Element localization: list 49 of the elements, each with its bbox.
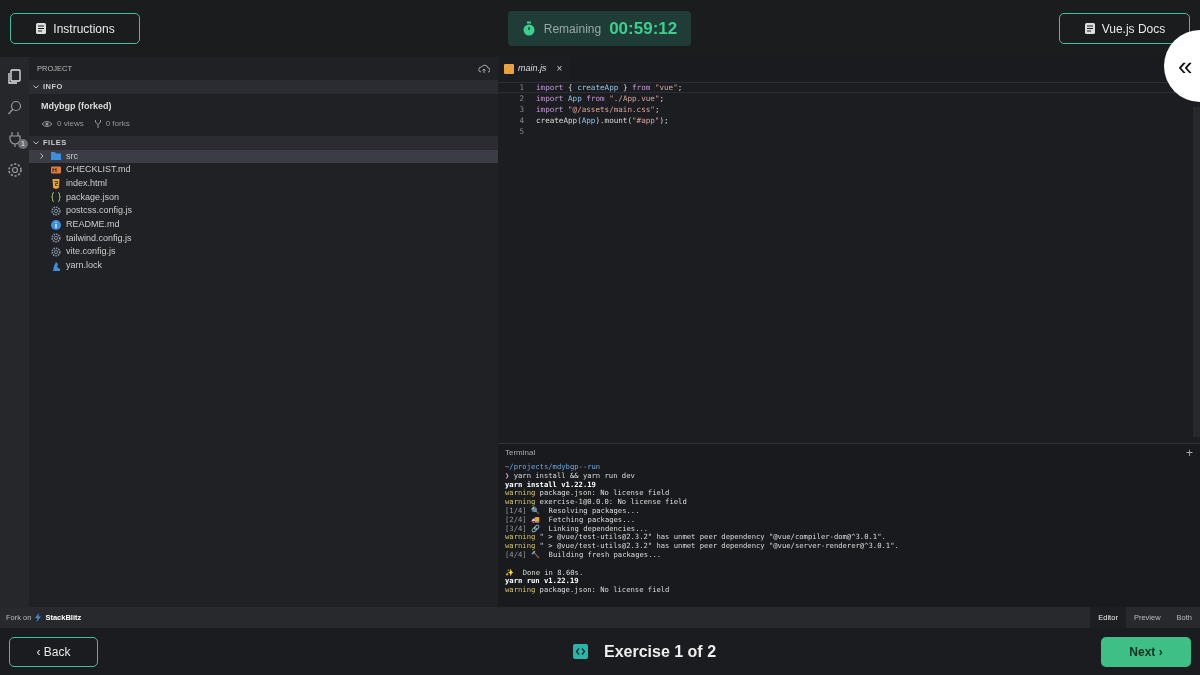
- document-icon: [1083, 22, 1096, 35]
- timer-label: Remaining: [543, 20, 602, 38]
- instructions-button[interactable]: Instructions: [10, 13, 140, 44]
- fork-icon: [93, 119, 102, 128]
- file-name: README.md: [66, 218, 120, 232]
- stopwatch-icon: [521, 21, 536, 36]
- file-name: yarn.lock: [66, 259, 102, 273]
- info-icon: [50, 218, 62, 231]
- chevron-icon: [32, 83, 40, 91]
- terminal-title: Terminal: [505, 447, 536, 459]
- file-item[interactable]: postcss.config.js: [29, 204, 498, 218]
- braces-icon: [50, 191, 62, 204]
- document-icon: [35, 22, 48, 35]
- gear-icon: [50, 246, 62, 259]
- cloud-upload-icon: [478, 63, 490, 74]
- lightning-icon: [35, 613, 42, 622]
- eye-icon: [41, 119, 53, 128]
- files-icon: [5, 68, 24, 86]
- views-count: 0 views: [57, 117, 84, 130]
- file-item[interactable]: package.json: [29, 190, 498, 205]
- exercise-title: Exercise 1 of 2: [603, 641, 717, 662]
- next-button[interactable]: Next ›: [1101, 636, 1191, 667]
- forks-count: 0 forks: [105, 117, 130, 130]
- file-item[interactable]: tailwind.config.js: [29, 231, 498, 246]
- file-name: src: [66, 149, 78, 163]
- gear-icon: [50, 232, 62, 245]
- file-name: postcss.config.js: [66, 204, 133, 218]
- timer-value: 00:59:12: [609, 17, 678, 40]
- search-icon: [5, 99, 24, 117]
- folder-icon: [50, 150, 62, 163]
- file-name: tailwind.config.js: [66, 231, 132, 245]
- add-terminal-button[interactable]: +: [1186, 444, 1193, 462]
- file-name: CHECKLIST.md: [66, 163, 131, 177]
- file-item[interactable]: vite.config.js: [29, 245, 498, 259]
- file-name: index.html: [66, 176, 108, 190]
- back-button[interactable]: ‹ Back: [9, 636, 98, 667]
- file-item[interactable]: index.html: [29, 176, 498, 191]
- gear-icon: [50, 205, 62, 218]
- file-name: vite.config.js: [66, 245, 116, 259]
- file-name: package.json: [66, 190, 120, 204]
- code-icon: [572, 644, 588, 659]
- project-name: Mdybgp (forked): [41, 100, 113, 113]
- file-item[interactable]: CHECKLIST.md: [29, 163, 498, 177]
- file-item[interactable]: README.md: [29, 217, 498, 232]
- file-item[interactable]: yarn.lock: [29, 259, 498, 273]
- settings-icon: [5, 161, 24, 179]
- html-icon: [50, 177, 62, 190]
- markdown-icon: [50, 164, 62, 177]
- js-file-icon: [504, 63, 514, 74]
